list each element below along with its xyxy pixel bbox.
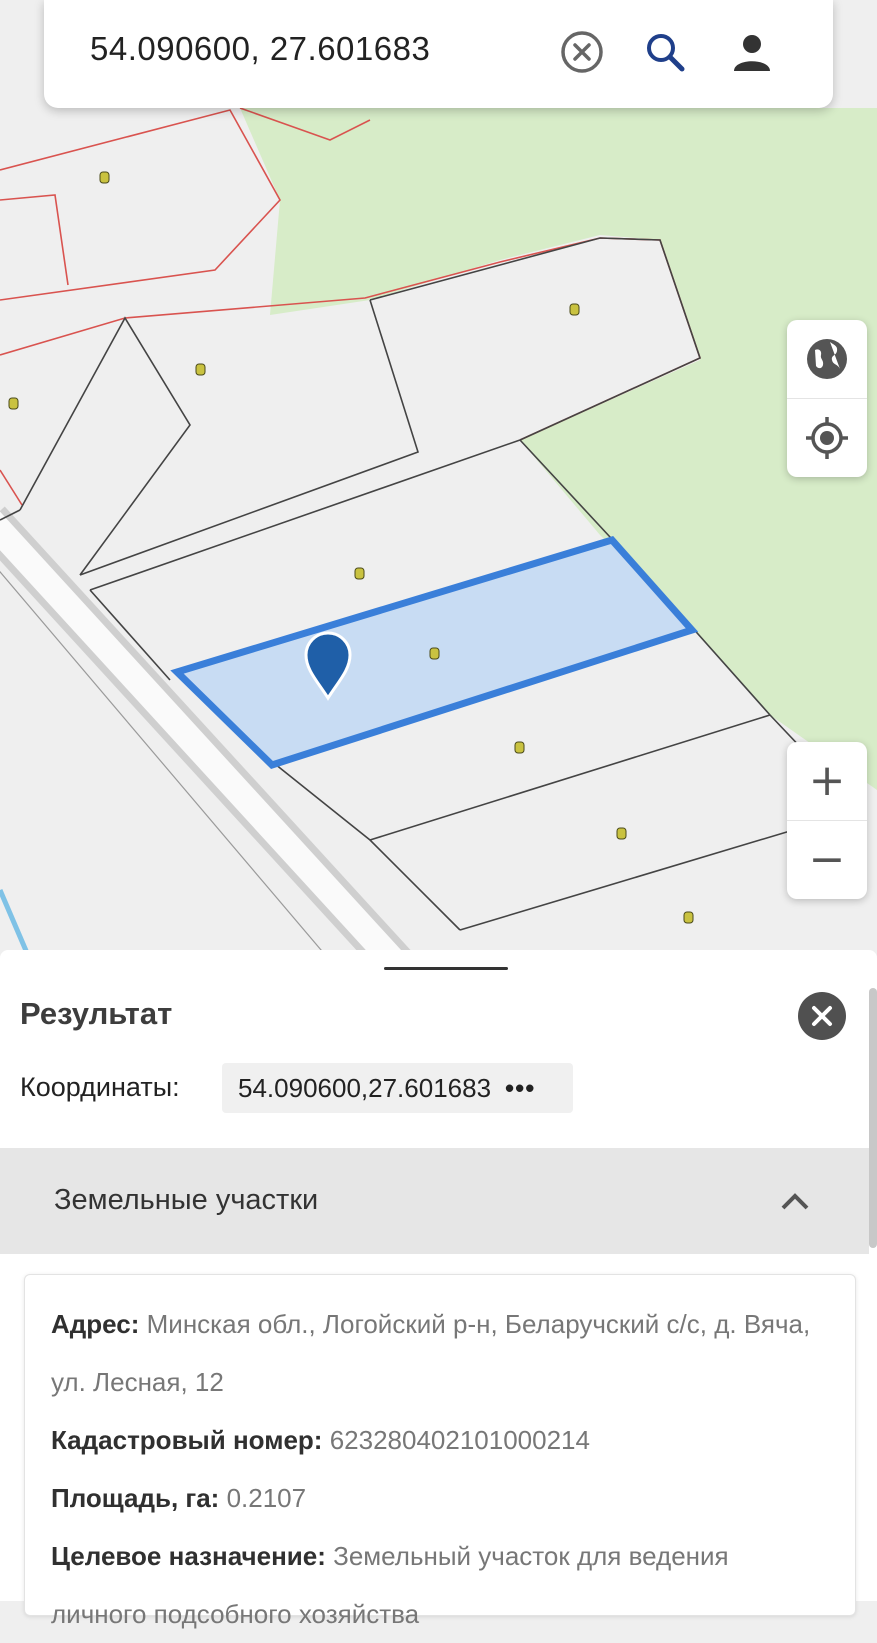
close-icon[interactable] [798,992,846,1040]
purpose-label: Целевое назначение: [51,1541,326,1571]
result-title: Результат [20,996,173,1031]
search-input[interactable]: 54.090600, 27.601683 [90,30,430,68]
zoom-out-button[interactable]: − [787,820,867,899]
cadastral-value: 623280402101000214 [329,1425,590,1455]
address-row: Адрес: Минская обл., Логойский р-н, Бела… [51,1295,831,1411]
account-icon[interactable] [727,27,777,77]
result-sheet: Результат Координаты: 54.090600,27.60168… [0,950,877,1629]
land-plots-section-header[interactable]: Земельные участки [0,1148,869,1254]
my-location-icon[interactable] [787,398,867,477]
search-icon[interactable] [640,27,690,77]
area-value: 0.2107 [226,1483,307,1513]
zoom-in-label: + [808,755,846,806]
purpose-row: Целевое назначение: Земельный участок дл… [51,1527,831,1643]
zoom-out-label: − [808,834,846,885]
cadastral-label: Кадастровый номер: [51,1425,323,1455]
close-circle-icon[interactable] [557,27,607,77]
area-label: Площадь, га: [51,1483,220,1513]
coordinates-label: Координаты: [20,1072,180,1102]
scrollbar[interactable] [869,988,877,1248]
map-canvas[interactable] [0,0,877,960]
globe-icon[interactable] [787,320,867,398]
more-icon[interactable]: ••• [505,1073,535,1104]
coordinates-value: 54.090600,27.601683 [238,1072,492,1103]
map-layer-controls [787,320,867,477]
address-label: Адрес: [51,1309,140,1339]
address-value: Минская обл., Логойский р-н, Беларучский… [51,1309,811,1397]
area-row: Площадь, га: 0.2107 [51,1469,831,1527]
coordinates-chip[interactable]: 54.090600,27.601683 ••• [222,1063,573,1113]
parcel-card: Адрес: Минская обл., Логойский р-н, Бела… [24,1274,856,1629]
zoom-controls: + − [787,742,867,899]
chevron-up-icon[interactable] [778,1186,812,1221]
section-title: Земельные участки [54,1184,319,1216]
drag-handle[interactable] [384,967,508,970]
search-bar: 54.090600, 27.601683 [44,0,833,108]
cadastral-row: Кадастровый номер: 623280402101000214 [51,1411,831,1469]
zoom-in-button[interactable]: + [787,742,867,820]
